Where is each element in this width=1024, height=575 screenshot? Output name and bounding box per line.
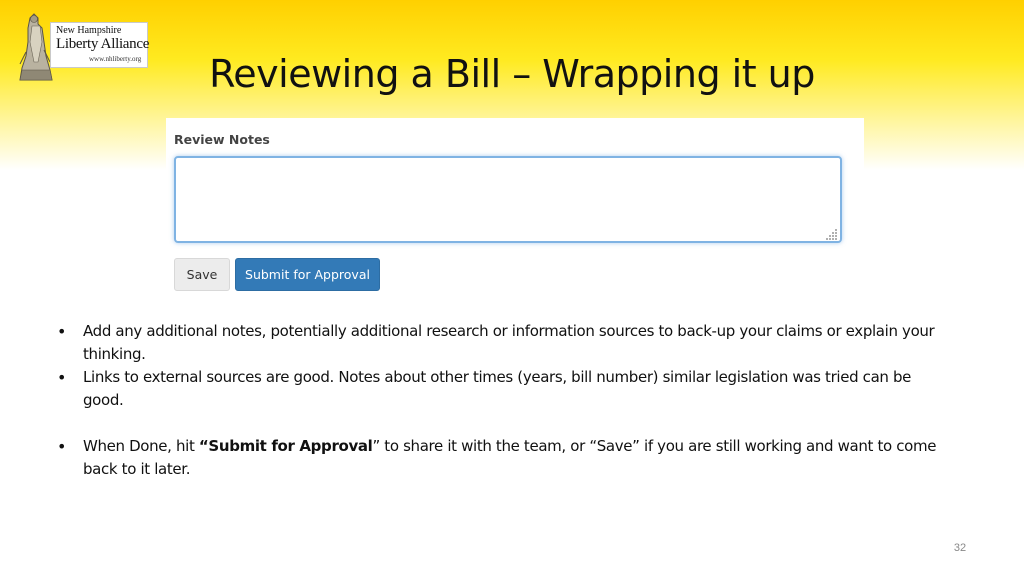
logo-line-1: New Hampshire [56,25,122,36]
page-number: 32 [953,542,967,554]
bullet-item: When Done, hit “Submit for Approval” to … [55,435,955,481]
review-form-panel: Review Notes Save Submit for Approval [166,118,864,300]
bullet-item: Add any additional notes, potentially ad… [55,320,955,366]
bullet-item: Links to external sources are good. Note… [55,366,955,412]
resize-handle-icon[interactable] [826,228,838,240]
submit-for-approval-button[interactable]: Submit for Approval [235,258,380,291]
save-button[interactable]: Save [174,258,230,291]
bullet-text-prefix: When Done, hit [83,437,199,455]
bullet-text-bold: “Submit for Approval [198,437,373,455]
slide-title: Reviewing a Bill – Wrapping it up [209,52,815,96]
instruction-bullets: Add any additional notes, potentially ad… [55,320,955,481]
logo-line-2: Liberty Alliance [56,36,150,52]
review-notes-textarea[interactable] [174,156,842,243]
bullet-text: Add any additional notes, potentially ad… [83,322,935,363]
review-notes-label: Review Notes [174,132,270,147]
bullet-text: Links to external sources are good. Note… [83,368,912,409]
